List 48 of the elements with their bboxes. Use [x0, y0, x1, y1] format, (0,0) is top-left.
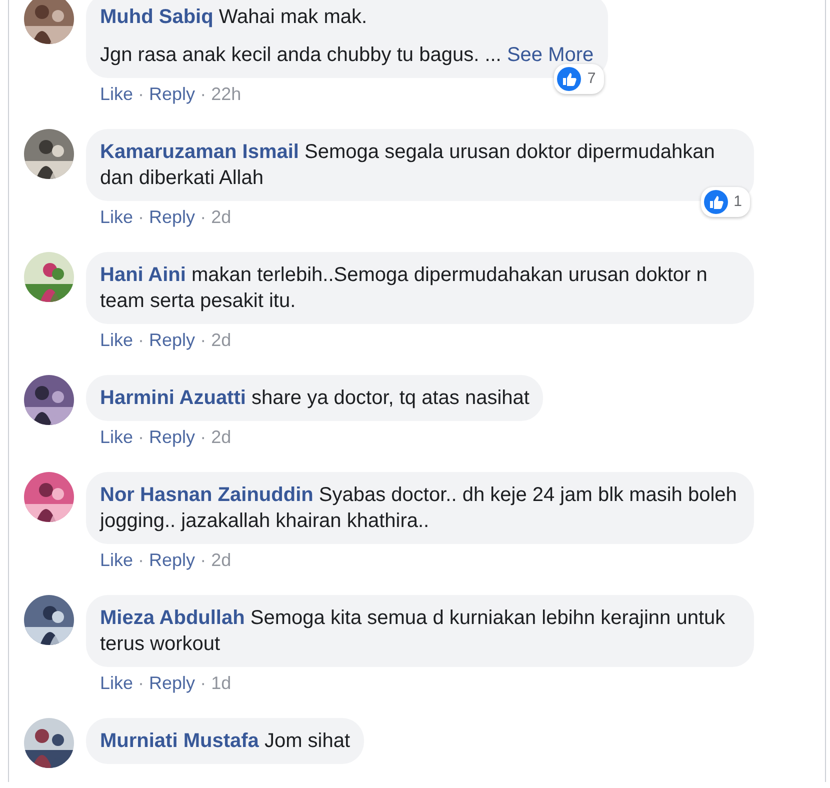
- separator-dot: ·: [138, 207, 144, 228]
- comment-text: Harmini Azuatti share ya doctor, tq atas nasihat: [100, 386, 530, 411]
- separator-dot: ·: [200, 550, 206, 571]
- timestamp: 2d: [211, 427, 232, 448]
- timestamp: 2d: [211, 330, 232, 351]
- like-link[interactable]: Like: [100, 427, 134, 448]
- reaction-count[interactable]: 7: [554, 64, 604, 94]
- reply-link[interactable]: Reply: [149, 550, 196, 571]
- separator-dot: ·: [138, 427, 144, 448]
- author-link[interactable]: Kamaruzaman Ismail: [100, 141, 299, 163]
- thumbs-up-icon: [704, 190, 728, 214]
- reply-link[interactable]: Reply: [149, 207, 196, 228]
- separator-dot: ·: [200, 84, 206, 105]
- author-link[interactable]: Mieza Abdullah: [100, 607, 245, 629]
- separator-dot: ·: [138, 550, 144, 571]
- separator-dot: ·: [200, 207, 206, 228]
- like-link[interactable]: Like: [100, 330, 134, 351]
- author-link[interactable]: Hani Aini: [100, 264, 186, 286]
- separator-dot: ·: [138, 84, 144, 105]
- separator-dot: ·: [200, 427, 206, 448]
- timestamp: 1d: [211, 673, 232, 694]
- comment-text: Murniati Mustafa Jom sihat: [100, 729, 350, 754]
- author-link[interactable]: Nor Hasnan Zainuddin: [100, 484, 314, 506]
- comment-text: Nor Hasnan Zainuddin Syabas doctor.. dh keje 24 jam blk masih boleh jogging.. jazakallah khairan khathira..: [100, 483, 738, 534]
- reply-link[interactable]: Reply: [149, 84, 196, 105]
- thumbs-up-icon: [557, 67, 582, 91]
- like-link[interactable]: Like: [100, 673, 134, 694]
- author-link[interactable]: Murniati Mustafa: [100, 730, 259, 752]
- comment-text: Hani Aini makan terlebih..Semoga dipermudahakan urusan doktor n team serta pesakit itu.: [100, 263, 708, 314]
- timestamp: 22h: [211, 84, 242, 105]
- comment-text: Mieza Abdullah Semoga kita semua d kurniakan lebihn kerajinn untuk terus workout: [100, 606, 726, 657]
- reply-link[interactable]: Reply: [149, 673, 196, 694]
- reaction-count[interactable]: 1: [700, 187, 750, 217]
- reply-link[interactable]: Reply: [149, 427, 196, 448]
- like-link[interactable]: Like: [100, 207, 134, 228]
- author-link[interactable]: Muhd Sabiq: [100, 6, 214, 28]
- author-link[interactable]: Harmini Azuatti: [100, 387, 246, 409]
- comment-text: Muhd Sabiq Wahai mak mak.: [100, 5, 368, 30]
- like-link[interactable]: Like: [100, 84, 134, 105]
- separator-dot: ·: [200, 330, 206, 351]
- see-more-link[interactable]: See More: [506, 44, 594, 66]
- reply-link[interactable]: Reply: [149, 330, 196, 351]
- separator-dot: ·: [200, 673, 206, 694]
- like-link[interactable]: Like: [100, 550, 134, 571]
- timestamp: 2d: [211, 207, 232, 228]
- separator-dot: ·: [138, 673, 144, 694]
- separator-dot: ·: [138, 330, 144, 351]
- timestamp: 2d: [211, 550, 232, 571]
